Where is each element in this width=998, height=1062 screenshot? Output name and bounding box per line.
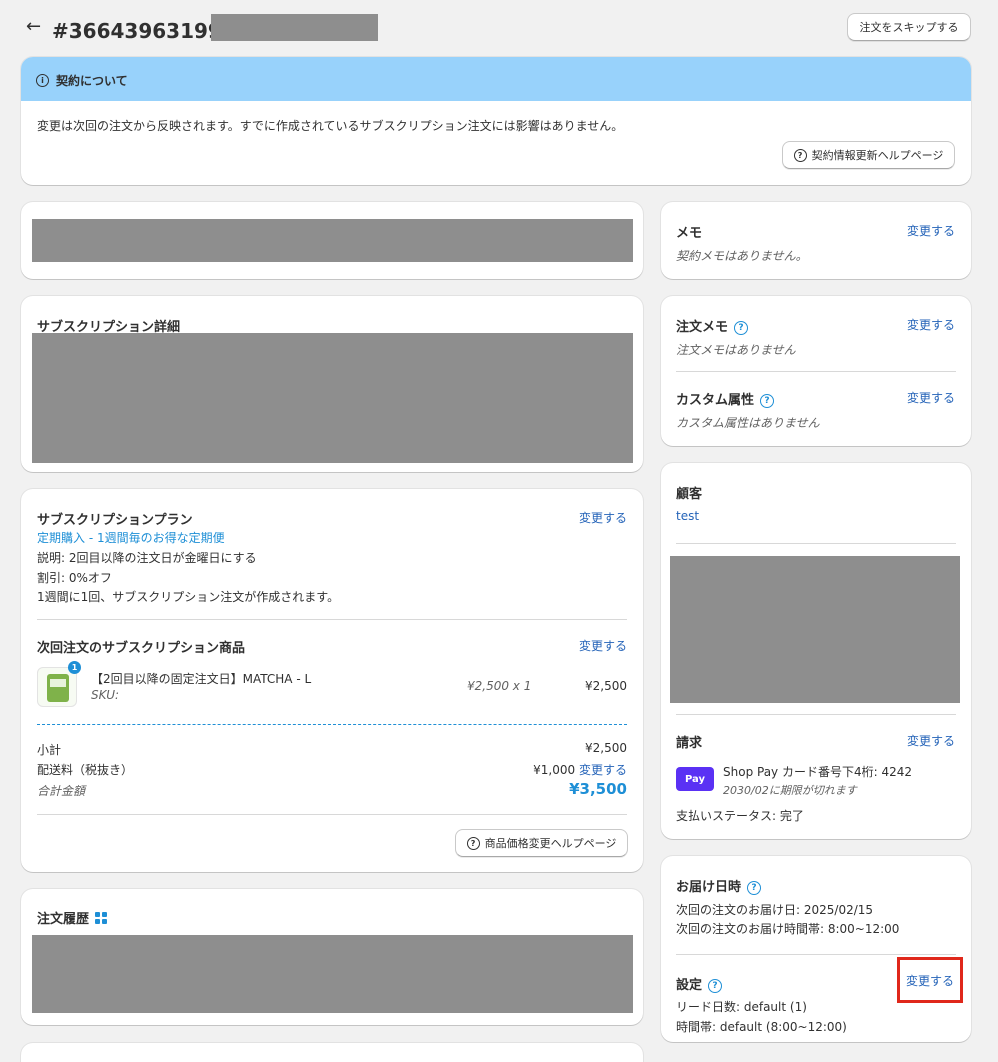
redacted-block <box>32 219 633 262</box>
redacted-block <box>32 333 633 463</box>
dashed-divider <box>37 724 627 725</box>
divider <box>676 543 956 544</box>
customer-title: 顧客 <box>676 487 703 502</box>
price-help-button[interactable]: ? 商品価格変更ヘルプページ <box>455 829 628 857</box>
order-memo-empty: 注文メモはありません <box>676 343 796 357</box>
plan-discount: 割引: 0%オフ <box>37 571 112 585</box>
order-history-card: 注文履歴 <box>21 889 643 1025</box>
card-info: Shop Pay カード番号下4桁: 4242 <box>723 765 912 779</box>
divider <box>676 714 956 715</box>
quantity-badge: 1 <box>68 661 81 674</box>
memo-card: メモ 変更する 契約メモはありません。 <box>661 202 971 279</box>
custom-attr-title: カスタム属性? <box>676 389 775 408</box>
info-icon: i <box>36 74 49 87</box>
divider <box>37 619 627 620</box>
page-title: #36643963199 <box>52 19 222 43</box>
contract-help-button[interactable]: ? 契約情報更新ヘルプページ <box>782 141 955 169</box>
payment-status: 支払いステータス: 完了 <box>676 809 804 823</box>
delivery-card: お届け日時? 次回の注文のお届け日: 2025/02/15 次回の注文のお届け時… <box>661 856 971 1042</box>
back-button[interactable]: ← <box>26 16 41 37</box>
line-total: ¥2,500 <box>585 679 627 693</box>
question-icon: ? <box>793 148 807 162</box>
help-icon[interactable]: ? <box>708 978 723 993</box>
unit-price: ¥2,500 x 1 <box>467 679 532 693</box>
custom-attr-change-link[interactable]: 変更する <box>907 389 955 406</box>
shipping-change-link[interactable]: 変更する <box>579 763 627 777</box>
contract-info-banner: i 契約について 変更は次回の注文から反映されます。すでに作成されているサブスク… <box>21 57 971 185</box>
subtotal-value: ¥2,500 <box>585 741 627 755</box>
banner-title: 契約について <box>56 74 128 88</box>
product-sku: SKU: <box>91 688 120 702</box>
redacted-block <box>670 556 960 703</box>
next-delivery-date: 次回の注文のお届け日: 2025/02/15 <box>676 903 874 917</box>
order-history-title: 注文履歴 <box>37 908 108 927</box>
divider <box>676 371 956 372</box>
plan-frequency: 1週間に1回、サブスクリプション注文が作成されます。 <box>37 590 340 604</box>
question-icon: ? <box>466 836 480 850</box>
settings-title: 設定? <box>676 974 723 993</box>
plan-change-link[interactable]: 変更する <box>579 509 627 526</box>
memo-empty: 契約メモはありません。 <box>676 249 808 263</box>
time-slot: 時間帯: default (8:00~12:00) <box>676 1020 847 1034</box>
divider <box>37 814 627 815</box>
next-order-change-link[interactable]: 変更する <box>579 637 627 654</box>
help-icon[interactable]: ? <box>734 320 749 335</box>
memo-change-link[interactable]: 変更する <box>907 222 955 239</box>
product-name: 【2回目以降の固定注文日】MATCHA - L <box>91 672 312 686</box>
order-memo-card: 注文メモ? 変更する 注文メモはありません カスタム属性? 変更する カスタム属… <box>661 296 971 446</box>
shipping-value: ¥1,000 <box>533 763 576 777</box>
customer-name-link[interactable]: test <box>676 509 699 523</box>
banner-message: 変更は次回の注文から反映されます。すでに作成されているサブスクリプション注文には… <box>37 119 624 133</box>
lead-days: リード日数: default (1) <box>676 1000 807 1014</box>
billing-change-link[interactable]: 変更する <box>907 732 955 749</box>
redacted-card <box>21 202 643 279</box>
settings-change-link[interactable]: 変更する <box>906 972 954 989</box>
next-order-title: 次回注文のサブスクリプション商品 <box>37 641 246 656</box>
shipping-label: 配送料（税抜き） <box>37 763 134 777</box>
skip-order-button[interactable]: 注文をスキップする <box>847 13 971 41</box>
plan-name-link[interactable]: 定期購入 - 1週間毎のお得な定期便 <box>37 529 225 546</box>
memo-title: メモ <box>676 226 703 241</box>
plan-description: 説明: 2回目以降の注文日が金曜日にする <box>37 551 257 565</box>
card-expiry: 2030/02に期限が切れます <box>723 784 857 797</box>
next-delivery-time: 次回の注文のお届け時間帯: 8:00~12:00 <box>676 922 900 936</box>
customer-card: 顧客 test 請求 変更する Pay Shop Pay カード番号下4桁: 4… <box>661 463 971 839</box>
settings-change-highlight[interactable]: 変更する <box>897 957 963 1003</box>
redacted-title-area <box>211 14 378 41</box>
order-memo-change-link[interactable]: 変更する <box>907 316 955 333</box>
plan-title: サブスクリプションプラン <box>37 513 193 528</box>
custom-attr-empty: カスタム属性はありません <box>676 416 820 430</box>
order-memo-title: 注文メモ? <box>676 316 749 335</box>
total-value: ¥3,500 <box>569 780 627 798</box>
arrow-left-icon: ← <box>26 16 42 37</box>
redacted-block <box>32 935 633 1013</box>
subscription-plan-card: サブスクリプションプラン 変更する 定期購入 - 1週間毎のお得な定期便 説明:… <box>21 489 643 872</box>
subtotal-label: 小計 <box>37 743 62 757</box>
billing-title: 請求 <box>676 736 703 751</box>
subscription-detail-card: サブスクリプション詳細 <box>21 296 643 472</box>
total-label: 合計金額 <box>37 784 86 798</box>
help-icon[interactable]: ? <box>747 880 762 895</box>
help-icon[interactable]: ? <box>760 393 775 408</box>
apps-icon[interactable] <box>95 911 108 924</box>
bottom-card <box>21 1043 643 1062</box>
divider <box>676 954 956 955</box>
shop-pay-logo: Pay <box>676 767 714 791</box>
shipping-row-right: ¥1,000 変更する <box>533 761 627 778</box>
delivery-title: お届け日時? <box>676 876 762 895</box>
